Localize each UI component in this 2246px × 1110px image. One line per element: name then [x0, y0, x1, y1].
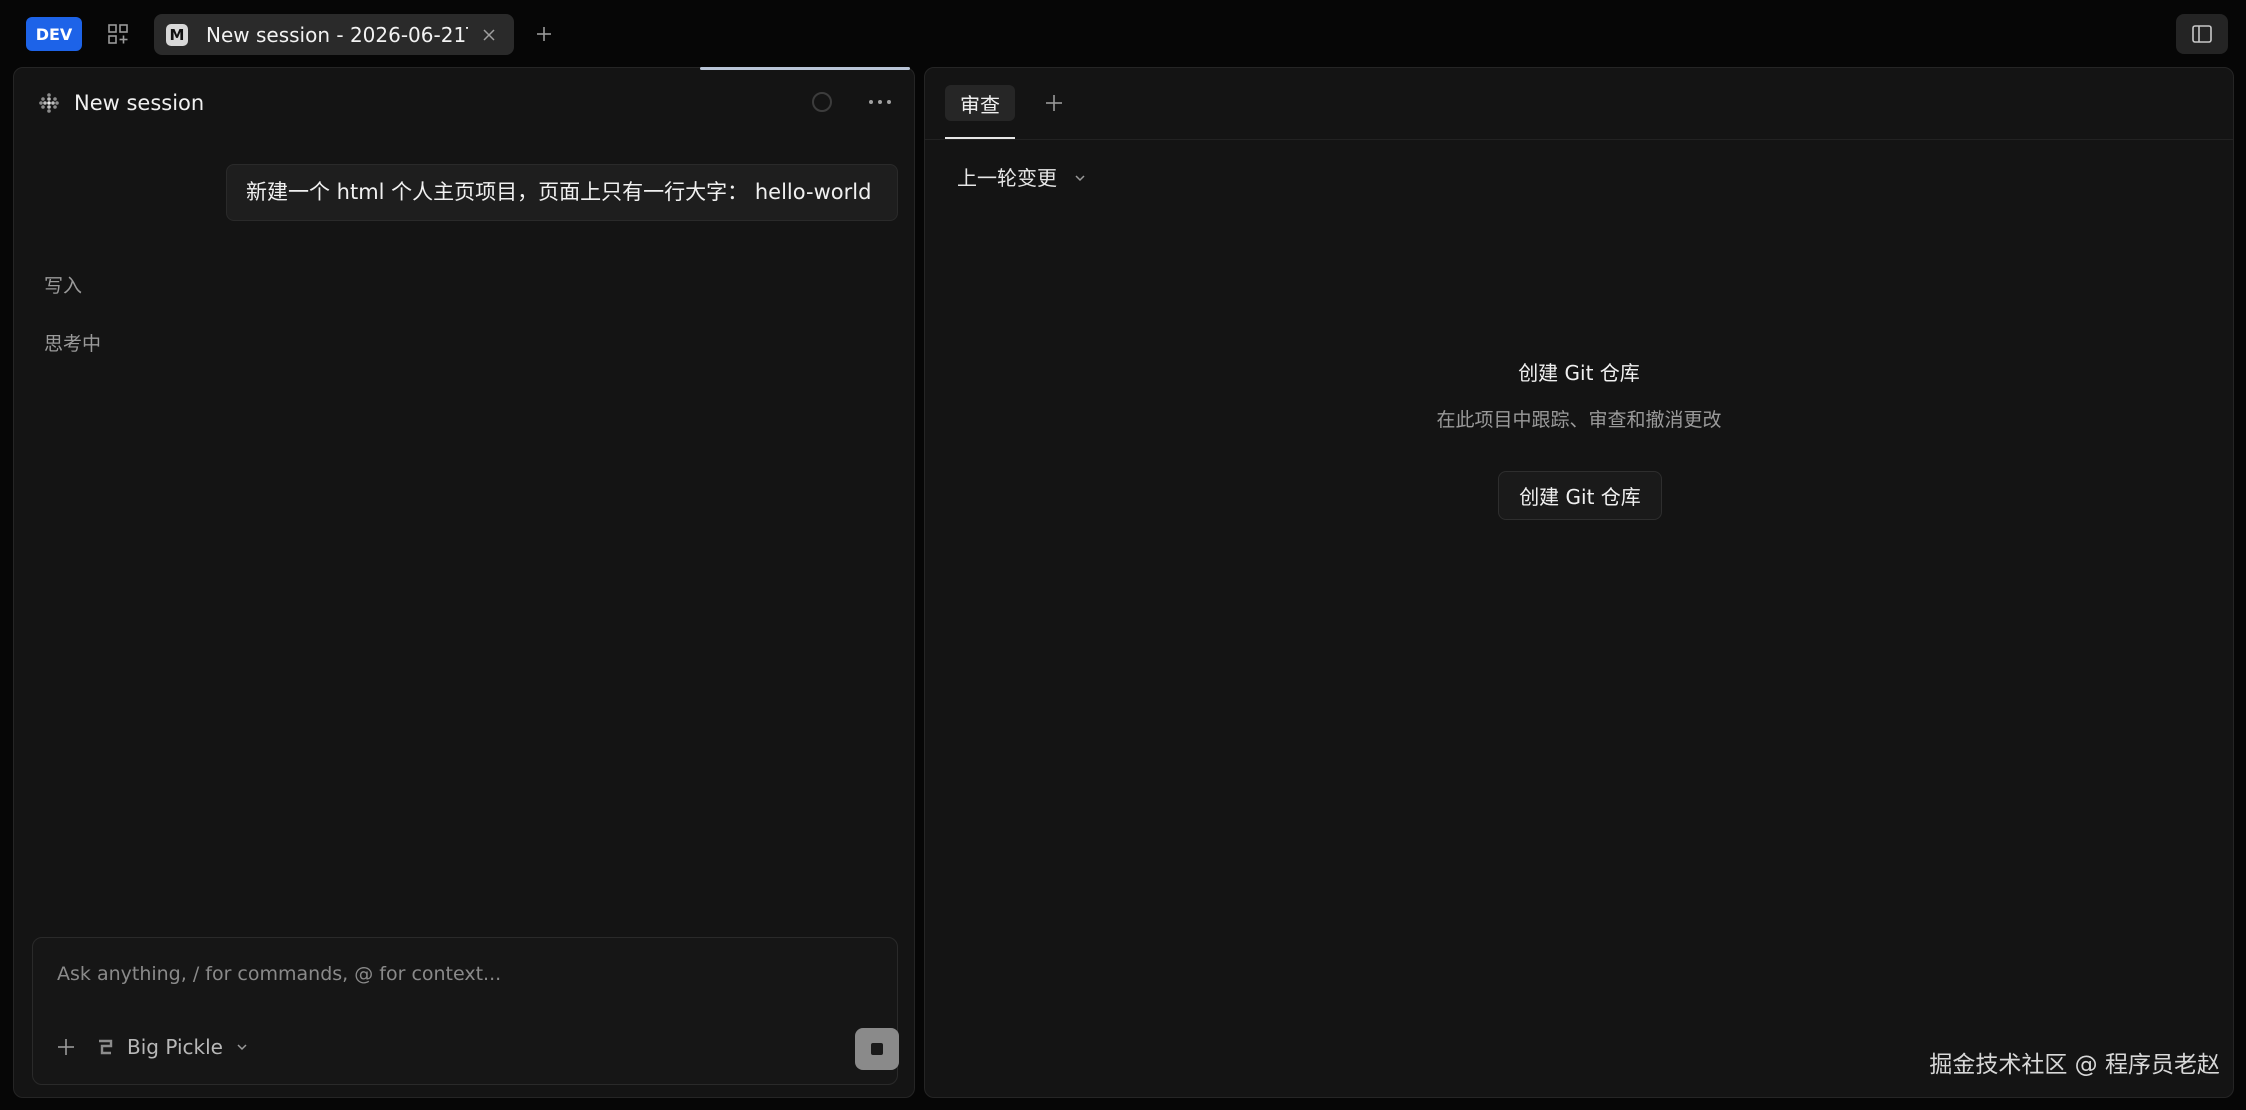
empty-state-description: 在此项目中跟踪、审查和撤消更改 — [1436, 409, 1722, 431]
stop-button[interactable] — [855, 1028, 899, 1070]
grid-plus-icon — [108, 24, 128, 44]
changes-scope-select[interactable]: 上一轮变更 — [957, 164, 1087, 192]
loading-indicator — [700, 67, 910, 70]
workspace-grid-button[interactable] — [104, 20, 132, 48]
attach-button[interactable] — [53, 1034, 79, 1060]
chevron-down-icon — [235, 1040, 249, 1054]
tab-close-button[interactable] — [480, 26, 498, 44]
title-bar: DEV M New session - 2026-06-21T1 — [0, 0, 2246, 68]
create-git-repo-button[interactable]: 创建 Git 仓库 — [1498, 471, 1662, 520]
changes-scope-label: 上一轮变更 — [957, 166, 1057, 190]
watermark: 掘金技术社区 @ 程序员老赵 — [1929, 1052, 2220, 1078]
status-circle-icon — [812, 92, 832, 112]
review-panel: 审查 上一轮变更 创建 Git 仓库 在此项目中跟踪、审查和撤消更改 创建 Gi… — [924, 67, 2234, 1098]
user-message: 新建一个 html 个人主页项目，页面上只有一行大字： hello-world — [226, 164, 898, 221]
tabs-divider — [925, 139, 2233, 140]
more-horizontal-icon — [869, 100, 891, 104]
tab-review[interactable]: 审查 — [945, 85, 1015, 121]
step-write: 写入 — [44, 275, 83, 297]
session-title: New session — [74, 91, 205, 115]
dots-grid-icon — [38, 92, 60, 114]
composer: Big Pickle — [32, 937, 899, 1085]
model-logo-icon — [95, 1037, 115, 1057]
tab-title: New session - 2026-06-21T1 — [206, 23, 468, 47]
session-more-button[interactable] — [866, 92, 894, 112]
tab-new-session[interactable]: M New session - 2026-06-21T1 — [154, 14, 514, 55]
close-icon — [483, 29, 495, 41]
plus-icon — [537, 27, 551, 41]
model-name: Big Pickle — [127, 1035, 223, 1059]
env-badge: DEV — [26, 17, 82, 51]
sidebar-toggle-icon — [2192, 25, 2212, 43]
session-app-icon: M — [166, 24, 188, 46]
new-tab-button[interactable] — [530, 20, 558, 48]
sidebar-toggle-button[interactable] — [2176, 14, 2228, 54]
plus-icon — [1046, 95, 1062, 111]
stop-icon — [871, 1043, 883, 1055]
composer-input[interactable] — [55, 958, 859, 990]
add-panel-tab-button[interactable] — [1041, 90, 1067, 116]
empty-state-title: 创建 Git 仓库 — [1518, 361, 1640, 385]
model-selector[interactable]: Big Pickle — [95, 1034, 249, 1060]
chevron-down-icon — [1073, 171, 1087, 185]
step-thinking: 思考中 — [44, 333, 102, 355]
plus-icon — [58, 1039, 74, 1055]
session-panel: New session 新建一个 html 个人主页项目，页面上只有一行大字： … — [13, 67, 915, 1098]
